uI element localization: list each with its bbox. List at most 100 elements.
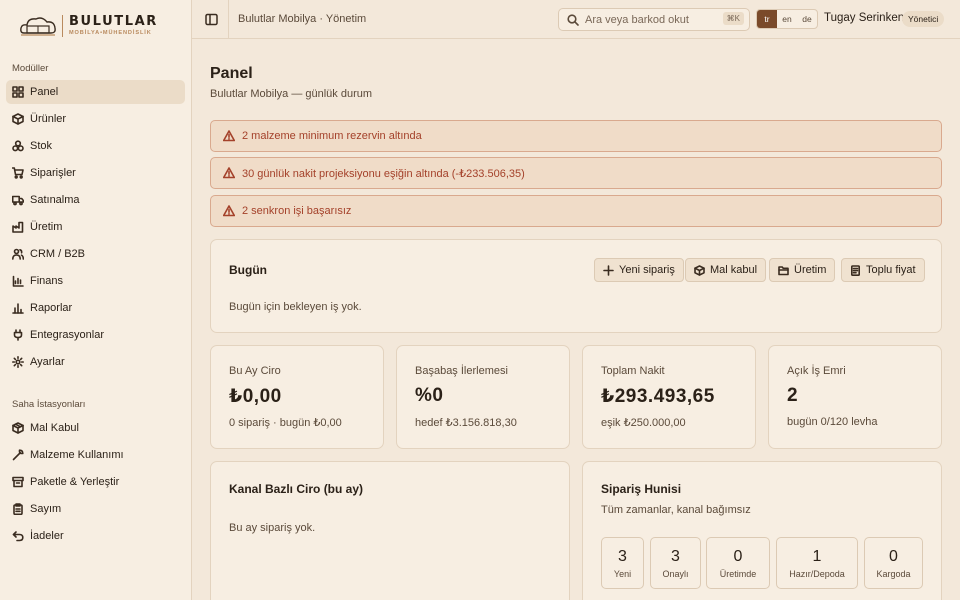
funnel-count: 3 xyxy=(618,547,627,565)
brand-logo[interactable]: BULUTLAR MOBİLYA•MÜHENDİSLİK xyxy=(18,12,178,40)
production-label: Üretim xyxy=(794,264,827,276)
kpi-value: %0 xyxy=(415,385,444,406)
goods-receipt-label: Mal kabul xyxy=(710,264,758,276)
section-label-modules: Modüller xyxy=(12,63,49,74)
sidebar-item-iadeler[interactable]: İadeler xyxy=(6,524,185,548)
user-role-badge: Yönetici xyxy=(902,11,945,27)
plus-icon xyxy=(603,264,614,276)
document-icon xyxy=(850,264,861,276)
page-subtitle: Bulutlar Mobilya — günlük durum xyxy=(210,88,373,100)
sidebar-item-finans[interactable]: Finans xyxy=(6,269,185,293)
sidebar-item-urunler[interactable]: Ürünler xyxy=(6,107,185,131)
alert-text: 2 senkron işi başarısız xyxy=(242,205,352,217)
kpi-card-open-work-orders: Açık İş Emri 2 bugün 0/120 levha xyxy=(768,345,942,449)
today-title: Bugün xyxy=(229,263,267,277)
today-empty-message: Bugün için bekleyen iş yok. xyxy=(229,301,362,313)
sidebar-item-malzeme-kullanimi[interactable]: Malzeme Kullanımı xyxy=(6,443,185,467)
undo-icon xyxy=(12,530,24,542)
kpi-label: Toplam Nakit xyxy=(601,365,665,377)
sidebar-item-label: Mal Kabul xyxy=(30,422,79,434)
bulk-price-button[interactable]: Toplu fiyat xyxy=(841,258,925,282)
sidebar: BULUTLAR MOBİLYA•MÜHENDİSLİK Modüller Pa… xyxy=(0,0,192,600)
sidebar-item-label: Ürünler xyxy=(30,113,67,125)
kpi-label: Başabaş İlerlemesi xyxy=(415,365,508,377)
bulk-price-label: Toplu fiyat xyxy=(866,264,916,276)
order-funnel-subtitle: Tüm zamanlar, kanal bağımsız xyxy=(601,504,751,516)
sidebar-item-label: Malzeme Kullanımı xyxy=(30,449,124,461)
sidebar-item-entegrasyonlar[interactable]: Entegrasyonlar xyxy=(6,323,185,347)
warning-icon xyxy=(223,167,235,179)
funnel-count: 1 xyxy=(812,547,822,565)
channel-revenue-title: Kanal Bazlı Ciro (bu ay) xyxy=(229,482,364,496)
alert-text: 30 günlük nakit projeksiyonu eşiğin altı… xyxy=(242,167,525,180)
funnel-stage-onayli[interactable]: 3 Onaylı xyxy=(650,537,701,589)
kpi-value: ₺293.493,65 xyxy=(601,386,715,407)
order-funnel-card: Sipariş Hunisi Tüm zamanlar, kanal bağım… xyxy=(582,461,942,600)
cloud-logo-icon xyxy=(20,17,56,36)
sidebar-item-label: Finans xyxy=(30,275,64,287)
channel-revenue-card: Kanal Bazlı Ciro (bu ay) Bu ay sipariş y… xyxy=(210,461,570,600)
alert-sync-failed[interactable]: 2 senkron işi başarısız xyxy=(210,195,942,227)
sidebar-item-label: Entegrasyonlar xyxy=(30,329,104,341)
sidebar-item-label: Stok xyxy=(30,140,53,152)
package-icon xyxy=(12,422,24,434)
sidebar-item-sayim[interactable]: Sayım xyxy=(6,497,185,521)
funnel-label: Hazır/Depoda xyxy=(789,568,845,579)
new-order-button[interactable]: Yeni sipariş xyxy=(594,258,684,282)
sidebar-item-stok[interactable]: Stok xyxy=(6,134,185,158)
funnel-stage-yeni[interactable]: 3 Yeni xyxy=(601,537,644,589)
sidebar-item-label: Üretim xyxy=(30,221,63,233)
sidebar-toggle-button[interactable] xyxy=(200,8,222,30)
language-switcher: tr en de xyxy=(756,9,818,29)
search-placeholder: Ara veya barkod okut xyxy=(585,13,689,26)
wrench-icon xyxy=(12,449,24,461)
brand-title: BULUTLAR xyxy=(69,14,158,29)
sidebar-item-crm-b2b[interactable]: CRM / B2B xyxy=(6,242,185,266)
truck-icon xyxy=(12,194,24,206)
plug-icon xyxy=(12,329,24,341)
sidebar-item-label: Satınalma xyxy=(30,194,80,206)
order-funnel-title: Sipariş Hunisi xyxy=(601,482,682,496)
funnel-label: Yeni xyxy=(613,568,632,579)
bar-chart-icon xyxy=(12,302,24,314)
language-de-button[interactable]: de xyxy=(797,10,817,28)
alert-low-materials[interactable]: 2 malzeme minimum rezervin altında xyxy=(210,120,942,152)
archive-icon xyxy=(12,476,24,488)
user-name[interactable]: Tugay Serinken xyxy=(824,12,904,24)
funnel-stage-uretimde[interactable]: 0 Üretimde xyxy=(706,537,770,589)
kpi-value: 2 xyxy=(787,385,799,406)
funnel-stage-hazir-depoda[interactable]: 1 Hazır/Depoda xyxy=(776,537,858,589)
sidebar-item-siparisler[interactable]: Siparişler xyxy=(6,161,185,185)
kpi-card-monthly-revenue: Bu Ay Ciro ₺0,00 0 sipariş · bugün ₺0,00 xyxy=(210,345,384,449)
alert-cash-projection[interactable]: 30 günlük nakit projeksiyonu eşiğin altı… xyxy=(210,157,942,189)
box-icon xyxy=(12,113,24,125)
users-icon xyxy=(12,248,24,260)
logo-divider xyxy=(62,15,63,37)
language-tr-button[interactable]: tr xyxy=(757,10,777,28)
sidebar-item-mal-kabul[interactable]: Mal Kabul xyxy=(6,416,185,440)
funnel-label: Onaylı xyxy=(662,568,689,579)
sidebar-item-ayarlar[interactable]: Ayarlar xyxy=(6,350,185,374)
warning-icon xyxy=(223,205,235,217)
search-input[interactable]: Ara veya barkod okut ⌘K xyxy=(558,8,750,31)
sidebar-item-uretim[interactable]: Üretim xyxy=(6,215,185,239)
production-button[interactable]: Üretim xyxy=(769,258,836,282)
funnel-count: 0 xyxy=(889,547,898,565)
goods-receipt-button[interactable]: Mal kabul xyxy=(685,258,767,282)
section-label-stations: Saha İstasyonları xyxy=(12,399,86,410)
sidebar-item-paketle-yerlestir[interactable]: Paketle & Yerleştir xyxy=(6,470,185,494)
kpi-card-total-cash: Toplam Nakit ₺293.493,65 eşik ₺250.000,0… xyxy=(582,345,756,449)
sidebar-item-label: Siparişler xyxy=(30,167,76,179)
alert-text: 2 malzeme minimum rezervin altında xyxy=(242,130,422,142)
sidebar-item-satinalma[interactable]: Satınalma xyxy=(6,188,185,212)
clipboard-icon xyxy=(12,503,24,515)
factory-icon xyxy=(12,221,24,233)
kpi-card-breakeven: Başabaş İlerlemesi %0 hedef ₺3.156.818,3… xyxy=(396,345,570,449)
sidebar-item-panel[interactable]: Panel xyxy=(6,80,185,104)
channel-revenue-empty: Bu ay sipariş yok. xyxy=(229,522,316,534)
language-en-button[interactable]: en xyxy=(777,10,797,28)
funnel-stage-kargoda[interactable]: 0 Kargoda xyxy=(864,537,923,589)
breadcrumb: Bulutlar Mobilya · Yönetim xyxy=(238,13,367,25)
sidebar-item-raporlar[interactable]: Raporlar xyxy=(6,296,185,320)
folder-icon xyxy=(778,265,789,275)
